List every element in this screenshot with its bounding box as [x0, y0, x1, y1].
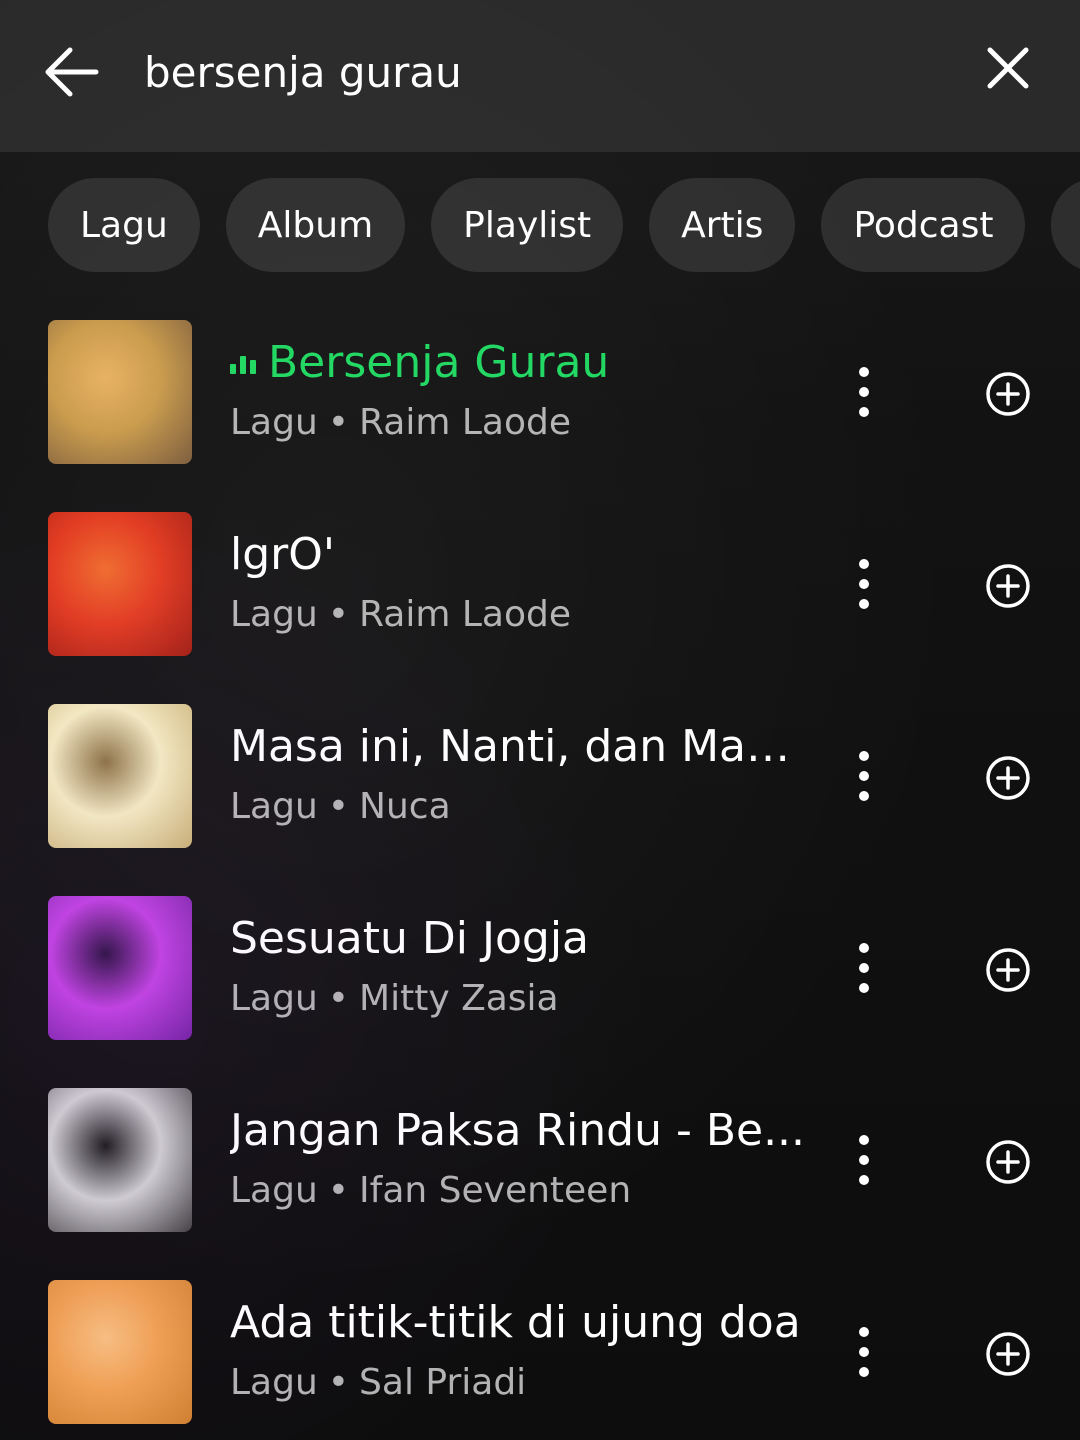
album-cover — [48, 704, 192, 848]
add-circle-icon — [986, 1332, 1030, 1376]
result-row[interactable]: Bersenja Gurau Lagu • Raim Laode — [0, 296, 1080, 488]
track-type: Lagu — [230, 1170, 318, 1211]
album-cover — [48, 1088, 192, 1232]
arrow-left-icon — [45, 47, 99, 97]
track-artist: Raim Laode — [359, 594, 571, 635]
more-options-button[interactable] — [840, 1316, 888, 1388]
equalizer-icon — [230, 350, 256, 374]
add-to-playlist-button[interactable] — [982, 368, 1034, 420]
more-vertical-icon — [859, 943, 869, 993]
clear-search-button[interactable] — [976, 36, 1040, 100]
chip-album[interactable]: Album — [225, 178, 406, 272]
track-subtitle: Lagu • Ifan Seventeen — [230, 1170, 790, 1211]
track-artist: Nuca — [359, 786, 451, 827]
search-header — [0, 0, 1080, 152]
more-vertical-icon — [859, 1327, 869, 1377]
results-list: Bersenja Gurau Lagu • Raim Laode lgrO' L… — [0, 296, 1080, 1440]
track-artist: Raim Laode — [359, 402, 571, 443]
track-title: Bersenja Gurau — [268, 336, 610, 388]
track-subtitle: Lagu • Sal Priadi — [230, 1362, 790, 1403]
track-artist: Sal Priadi — [359, 1362, 527, 1403]
add-to-playlist-button[interactable] — [982, 752, 1034, 804]
separator-dot: • — [327, 402, 350, 443]
track-subtitle: Lagu • Raim Laode — [230, 402, 790, 443]
more-options-button[interactable] — [840, 932, 888, 1004]
more-vertical-icon — [859, 1135, 869, 1185]
add-circle-icon — [986, 948, 1030, 992]
title-line: Masa ini, Nanti, dan Mas... — [230, 718, 810, 774]
chip-lagu[interactable]: Lagu — [48, 178, 200, 272]
title-line: Ada titik-titik di ujung doa — [230, 1294, 810, 1350]
separator-dot: • — [327, 978, 350, 1019]
more-vertical-icon — [859, 559, 869, 609]
chip-podcast[interactable]: Podcast — [821, 178, 1026, 272]
result-row[interactable]: Masa ini, Nanti, dan Mas... Lagu • Nuca — [0, 680, 1080, 872]
add-to-playlist-button[interactable] — [982, 1136, 1034, 1188]
add-to-playlist-button[interactable] — [982, 944, 1034, 996]
chip-more[interactable]: G — [1051, 178, 1080, 272]
track-title: Ada titik-titik di ujung doa — [230, 1296, 801, 1348]
result-row[interactable]: Ada titik-titik di ujung doa Lagu • Sal … — [0, 1256, 1080, 1440]
separator-dot: • — [327, 1170, 350, 1211]
chip-artis[interactable]: Artis — [649, 178, 796, 272]
track-type: Lagu — [230, 594, 318, 635]
album-cover — [48, 512, 192, 656]
more-vertical-icon — [859, 367, 869, 417]
track-title: lgrO' — [230, 528, 335, 580]
album-cover — [48, 320, 192, 464]
add-to-playlist-button[interactable] — [982, 560, 1034, 612]
close-icon — [987, 47, 1029, 89]
search-screen: Lagu Album Playlist Artis Podcast G Bers… — [0, 0, 1080, 1440]
track-subtitle: Lagu • Raim Laode — [230, 594, 790, 635]
track-type: Lagu — [230, 786, 318, 827]
title-line: Jangan Paksa Rindu - Be... — [230, 1102, 810, 1158]
track-subtitle: Lagu • Mitty Zasia — [230, 978, 790, 1019]
search-input[interactable] — [144, 40, 924, 104]
more-vertical-icon — [859, 751, 869, 801]
add-circle-icon — [986, 564, 1030, 608]
more-options-button[interactable] — [840, 548, 888, 620]
track-type: Lagu — [230, 402, 318, 443]
add-circle-icon — [986, 756, 1030, 800]
album-cover — [48, 896, 192, 1040]
separator-dot: • — [327, 1362, 350, 1403]
separator-dot: • — [327, 594, 350, 635]
title-line: lgrO' — [230, 526, 810, 582]
filter-chips: Lagu Album Playlist Artis Podcast G — [48, 178, 1080, 272]
result-row[interactable]: lgrO' Lagu • Raim Laode — [0, 488, 1080, 680]
track-artist: Ifan Seventeen — [359, 1170, 632, 1211]
more-options-button[interactable] — [840, 356, 888, 428]
back-button[interactable] — [36, 36, 108, 108]
title-line: Sesuatu Di Jogja — [230, 910, 810, 966]
track-title: Sesuatu Di Jogja — [230, 912, 590, 964]
track-subtitle: Lagu • Nuca — [230, 786, 790, 827]
result-row[interactable]: Sesuatu Di Jogja Lagu • Mitty Zasia — [0, 872, 1080, 1064]
track-type: Lagu — [230, 1362, 318, 1403]
add-circle-icon — [986, 372, 1030, 416]
track-type: Lagu — [230, 978, 318, 1019]
track-artist: Mitty Zasia — [359, 978, 559, 1019]
add-circle-icon — [986, 1140, 1030, 1184]
separator-dot: • — [327, 786, 350, 827]
track-title: Jangan Paksa Rindu - Be... — [230, 1104, 806, 1156]
more-options-button[interactable] — [840, 1124, 888, 1196]
add-to-playlist-button[interactable] — [982, 1328, 1034, 1380]
more-options-button[interactable] — [840, 740, 888, 812]
result-row[interactable]: Jangan Paksa Rindu - Be... Lagu • Ifan S… — [0, 1064, 1080, 1256]
album-cover — [48, 1280, 192, 1424]
track-title: Masa ini, Nanti, dan Mas... — [230, 720, 810, 772]
title-line: Bersenja Gurau — [230, 334, 810, 390]
chip-playlist[interactable]: Playlist — [431, 178, 624, 272]
